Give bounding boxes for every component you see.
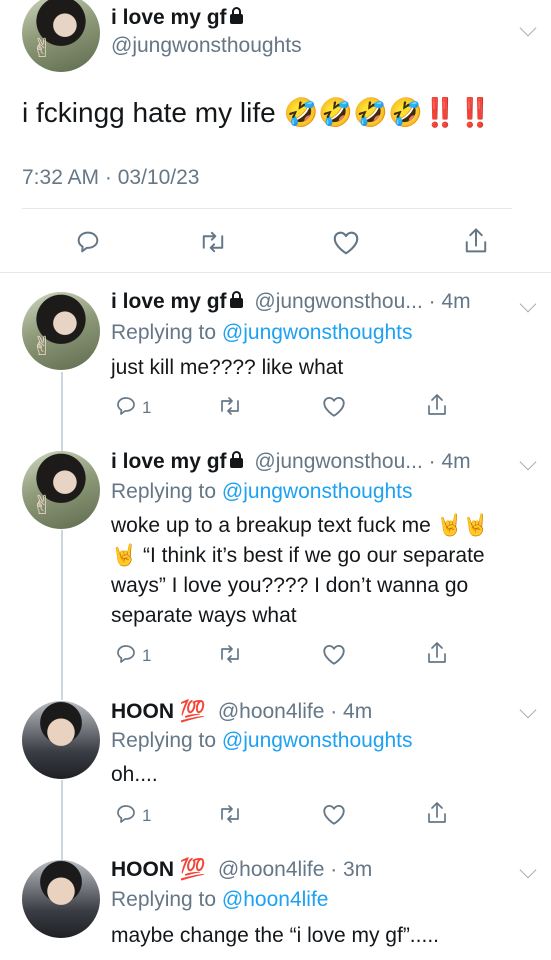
replying-to-line: Replying to @hoon4life	[111, 888, 328, 912]
section-divider	[0, 272, 551, 273]
reply-text-line: separate ways what	[111, 604, 297, 627]
avatar[interactable]	[22, 292, 100, 370]
share-icon[interactable]	[425, 640, 449, 671]
lock-icon	[229, 451, 243, 468]
lock-icon	[229, 291, 243, 308]
chevron-down-icon[interactable]	[519, 295, 537, 313]
like-icon[interactable]	[331, 228, 361, 261]
reply-header: i love my gf @jungwonsthou... · 4m	[111, 290, 471, 314]
author-display-name: i love my gf	[111, 6, 227, 29]
like-icon[interactable]	[321, 802, 347, 831]
retweet-icon[interactable]	[198, 228, 228, 261]
author-display-name-row[interactable]: i love my gf	[111, 6, 243, 30]
author-avatar[interactable]	[22, 0, 100, 72]
reply-icon[interactable]	[114, 642, 138, 671]
handle-time: @jungwonsthou... · 4m	[254, 450, 471, 473]
avatar[interactable]	[22, 860, 100, 938]
replying-to-link[interactable]: @jungwonsthoughts	[222, 729, 413, 752]
share-icon[interactable]	[425, 392, 449, 423]
reply-icon[interactable]	[114, 802, 138, 831]
reply-text-line: 🤘 “I think it’s best if we go our separa…	[111, 544, 485, 567]
replying-to-link[interactable]: @hoon4life	[222, 888, 329, 911]
replying-to-line: Replying to @jungwonsthoughts	[111, 321, 413, 345]
replying-label: Replying to	[111, 321, 217, 344]
reply-text: maybe change the “i love my gf”.....	[111, 924, 439, 947]
reply-text: oh....	[111, 763, 158, 786]
replying-label: Replying to	[111, 729, 217, 752]
handle-time: @hoon4life · 3m	[217, 858, 373, 881]
retweet-icon[interactable]	[217, 394, 243, 423]
lock-icon	[229, 7, 243, 24]
reply-icon[interactable]	[74, 228, 102, 261]
display-name[interactable]: HOON 💯	[111, 700, 206, 723]
display-name[interactable]: i love my gf	[111, 290, 227, 313]
replying-to-line: Replying to @jungwonsthoughts	[111, 729, 413, 753]
reply-count: 1	[142, 398, 152, 417]
thread-connector	[61, 780, 63, 860]
author-handle[interactable]: @jungwonsthoughts	[111, 34, 302, 58]
retweet-icon[interactable]	[217, 642, 243, 671]
handle-time: @hoon4life · 4m	[217, 700, 373, 723]
thread-connector	[61, 372, 63, 456]
avatar[interactable]	[22, 701, 100, 779]
timestamp-divider	[22, 208, 512, 209]
reply-header: HOON 💯 @hoon4life · 3m	[111, 858, 372, 882]
replying-to-link[interactable]: @jungwonsthoughts	[222, 321, 413, 344]
like-icon[interactable]	[321, 394, 347, 423]
handle-time: @jungwonsthou... · 4m	[254, 290, 471, 313]
reply-icon[interactable]	[114, 394, 138, 423]
thread-connector	[61, 530, 63, 700]
display-name[interactable]: i love my gf	[111, 450, 227, 473]
like-icon[interactable]	[321, 642, 347, 671]
reply-header: HOON 💯 @hoon4life · 4m	[111, 700, 372, 724]
reply-count: 1	[142, 646, 152, 665]
chevron-down-icon[interactable]	[519, 453, 537, 471]
replying-label: Replying to	[111, 480, 217, 503]
reply-header: i love my gf @jungwonsthou... · 4m	[111, 450, 471, 474]
reply-count: 1	[142, 806, 152, 825]
avatar[interactable]	[22, 451, 100, 529]
chevron-down-icon[interactable]	[519, 861, 537, 879]
reply-text-line: woke up to a breakup text fuck me 🤘🤘	[111, 514, 489, 537]
tweet-text: i fckingg hate my life 🤣🤣🤣🤣‼️‼️	[22, 97, 493, 128]
share-icon[interactable]	[462, 226, 490, 261]
tweet-timestamp: 7:32 AM · 03/10/23	[22, 166, 200, 189]
replying-to-line: Replying to @jungwonsthoughts	[111, 480, 413, 504]
retweet-icon[interactable]	[217, 802, 243, 831]
display-name[interactable]: HOON 💯	[111, 858, 206, 881]
replying-to-link[interactable]: @jungwonsthoughts	[222, 480, 413, 503]
chevron-down-icon[interactable]	[519, 19, 537, 37]
replying-label: Replying to	[111, 888, 217, 911]
share-icon[interactable]	[425, 800, 449, 831]
reply-text: just kill me???? like what	[111, 356, 344, 379]
reply-text-line: ways” I love you???? I don’t wanna go	[111, 574, 469, 597]
chevron-down-icon[interactable]	[519, 701, 537, 719]
